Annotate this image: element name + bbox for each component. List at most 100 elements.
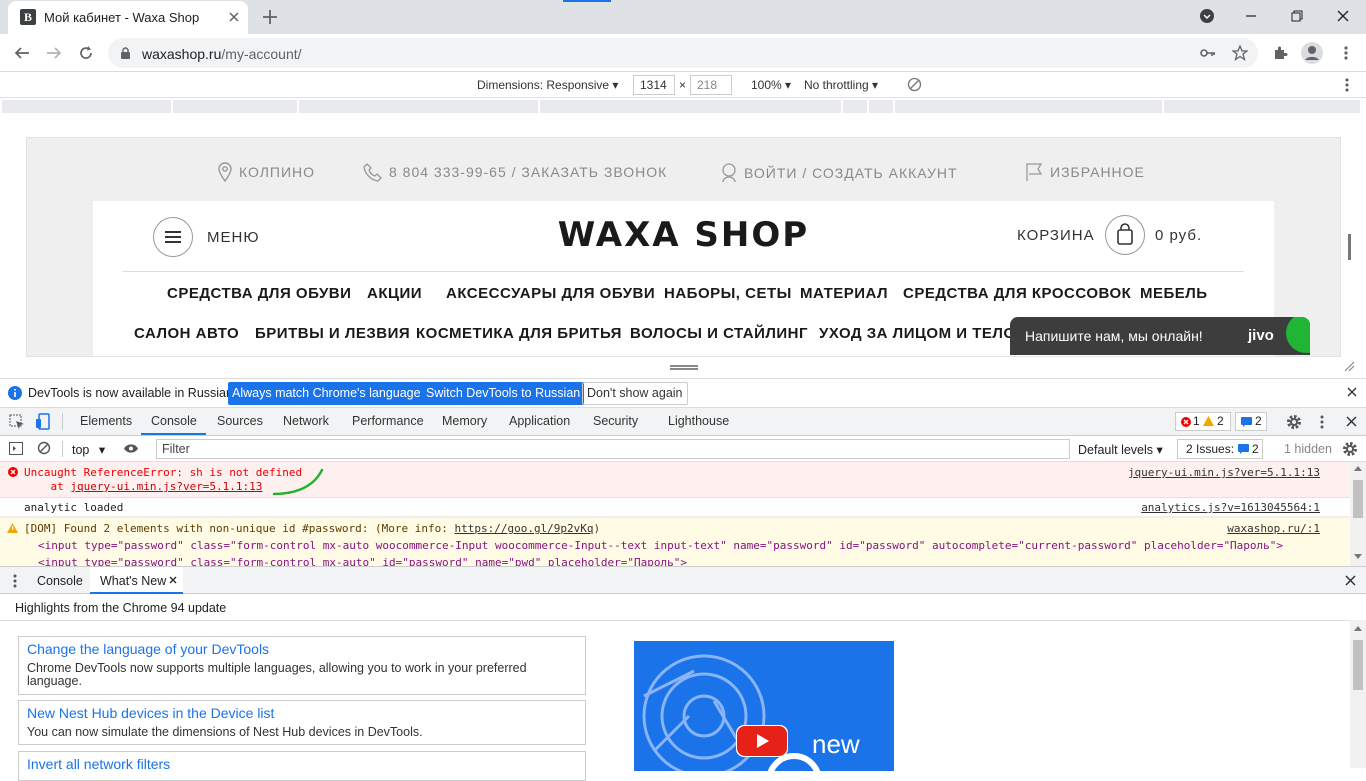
media-query-segment[interactable] [173,100,298,113]
settings-gear-icon[interactable] [1286,414,1302,430]
back-arrow-icon[interactable] [10,41,34,65]
clear-console-icon[interactable] [37,441,51,455]
feature-card-title[interactable]: Invert all network filters [27,756,170,772]
tab-console[interactable]: Console [151,414,197,428]
console-scroll-thumb[interactable] [1353,480,1363,518]
height-input[interactable]: 218 [690,75,732,95]
issues-button[interactable]: 2 Issues: 2 [1177,439,1263,459]
console-scrollbar[interactable] [1350,462,1366,566]
nav-item[interactable]: АКЦИИ [367,285,422,302]
scroll-down-arrow-icon[interactable] [1354,554,1362,559]
warning-element-2[interactable]: <input type="password" class="form-contr… [38,556,687,566]
dont-show-again-button[interactable]: Don't show again [582,382,688,405]
warning-source-link[interactable]: waxashop.ru/:1 [1227,522,1320,535]
infobar-close-icon[interactable] [1347,387,1357,397]
console-settings-gear-icon[interactable] [1342,441,1358,457]
media-query-segment[interactable] [1164,100,1361,113]
cart-button[interactable] [1105,215,1145,255]
media-query-segment[interactable] [299,100,539,113]
forward-arrow-icon[interactable] [42,41,66,65]
address-bar[interactable]: waxashop.ru/my-account/ [108,38,1258,68]
new-tab-button[interactable] [260,7,280,27]
close-tab-icon[interactable] [226,9,242,25]
nav-item[interactable]: СРЕДСТВА ДЛЯ КРОССОВОК [903,285,1131,302]
width-input[interactable]: 1314 [633,75,675,95]
devtools-more-icon[interactable] [1320,414,1324,430]
nav-item[interactable]: НАБОРЫ, СЕТЫ [664,285,792,302]
live-expression-eye-icon[interactable] [123,443,139,454]
nav-item[interactable]: ВОЛОСЫ И СТАЙЛИНГ [630,325,808,342]
drawer-tab-whats-new[interactable]: What's New [90,567,183,594]
nav-item[interactable]: МАТЕРИАЛ [800,285,888,302]
error-warning-counter[interactable]: 1 2 [1175,412,1231,431]
play-button[interactable] [736,725,788,757]
city-selector[interactable]: КОЛПИНО [217,162,315,182]
restore-icon[interactable] [1274,0,1320,32]
site-logo[interactable]: WAXA SHOP [93,215,1274,255]
throttling-select[interactable]: No throttling ▾ [804,78,878,92]
close-tab-icon[interactable] [169,576,177,584]
device-toggle-icon[interactable] [35,413,51,430]
viewport-resize-handle[interactable] [670,365,698,370]
jivo-chat-widget[interactable]: Напишите нам, мы онлайн! jivo [1010,317,1310,355]
media-query-bar[interactable] [0,98,1366,116]
media-query-segment[interactable] [540,100,842,113]
browser-menu-icon[interactable] [1334,41,1358,65]
rotate-icon[interactable] [907,77,922,92]
media-query-segment[interactable] [2,100,172,113]
error-source-link[interactable]: jquery-ui.min.js?ver=5.1.1:13 [1128,466,1320,479]
lock-icon[interactable] [120,47,131,59]
tab-network[interactable]: Network [283,414,329,428]
nav-item[interactable]: САЛОН АВТО [134,325,239,342]
warning-element-1[interactable]: <input type="password" class="form-contr… [38,539,1283,552]
info-source-link[interactable]: analytics.js?v=1613045564:1 [1141,501,1320,514]
profile-avatar-icon[interactable] [1300,41,1324,65]
whats-new-scroll-thumb[interactable] [1353,640,1363,690]
scroll-up-arrow-icon[interactable] [1354,466,1362,471]
feature-card[interactable]: Invert all network filters [18,751,586,781]
login-link[interactable]: ВОЙТИ / СОЗДАТЬ АККАУНТ [720,162,958,184]
tab-security[interactable]: Security [593,414,638,428]
media-query-segment[interactable] [869,100,894,113]
extensions-icon[interactable] [1268,41,1292,65]
bookmark-star-icon[interactable] [1232,45,1248,61]
tab-performance[interactable]: Performance [352,414,424,428]
close-window-icon[interactable] [1320,0,1366,32]
viewport-scroll-handle[interactable] [1348,234,1351,260]
drawer-close-icon[interactable] [1345,575,1356,586]
console-filter-input[interactable]: Filter [156,439,1070,459]
resize-corner-icon[interactable] [1343,360,1355,372]
console-warning-message[interactable]: [DOM] Found 2 elements with non-unique i… [0,517,1350,566]
browser-tab[interactable]: B Мой кабинет - Waxa Shop [8,1,248,34]
error-stack-link[interactable]: jquery-ui.min.js?ver=5.1.1:13 [70,480,262,493]
favorites-link[interactable]: ИЗБРАННОЕ [1024,162,1145,182]
minimize-icon[interactable] [1228,0,1274,32]
feature-card-title[interactable]: Change the language of your DevTools [27,641,269,657]
tab-memory[interactable]: Memory [442,414,487,428]
zoom-select[interactable]: 100% ▾ [751,78,791,92]
tab-application[interactable]: Application [509,414,570,428]
nav-item[interactable]: АКСЕССУАРЫ ДЛЯ ОБУВИ [446,285,655,302]
release-video-thumbnail[interactable]: new [634,641,894,771]
media-query-segment[interactable] [843,100,868,113]
sidebar-toggle-icon[interactable] [9,442,23,455]
devtools-close-icon[interactable] [1346,416,1357,427]
nav-item[interactable]: МЕБЕЛЬ [1140,285,1208,302]
whats-new-scrollbar[interactable] [1350,620,1366,768]
tab-search-icon[interactable] [1184,0,1230,32]
media-query-segment[interactable] [895,100,1163,113]
switch-to-russian-button[interactable]: Switch DevTools to Russian [422,382,585,405]
scroll-up-arrow-icon[interactable] [1354,626,1362,631]
reload-icon[interactable] [74,41,98,65]
url-text[interactable]: waxashop.ru/my-account/ [142,46,302,62]
feature-card[interactable]: New Nest Hub devices in the Device list … [18,700,586,745]
cart-label[interactable]: КОРЗИНА [1017,227,1095,244]
nav-item[interactable]: СРЕДСТВА ДЛЯ ОБУВИ [167,285,351,302]
dimensions-select[interactable]: Dimensions: Responsive ▾ [477,78,618,92]
tab-lighthouse[interactable]: Lighthouse [668,414,729,428]
nav-item[interactable]: КОСМЕТИКА ДЛЯ БРИТЬЯ [416,325,622,342]
nav-item[interactable]: БРИТВЫ И ЛЕЗВИЯ [255,325,410,342]
key-icon[interactable] [1200,46,1216,60]
drawer-tab-console[interactable]: Console [37,574,83,588]
warning-more-info-link[interactable]: https://goo.gl/9p2vKq [454,522,593,535]
